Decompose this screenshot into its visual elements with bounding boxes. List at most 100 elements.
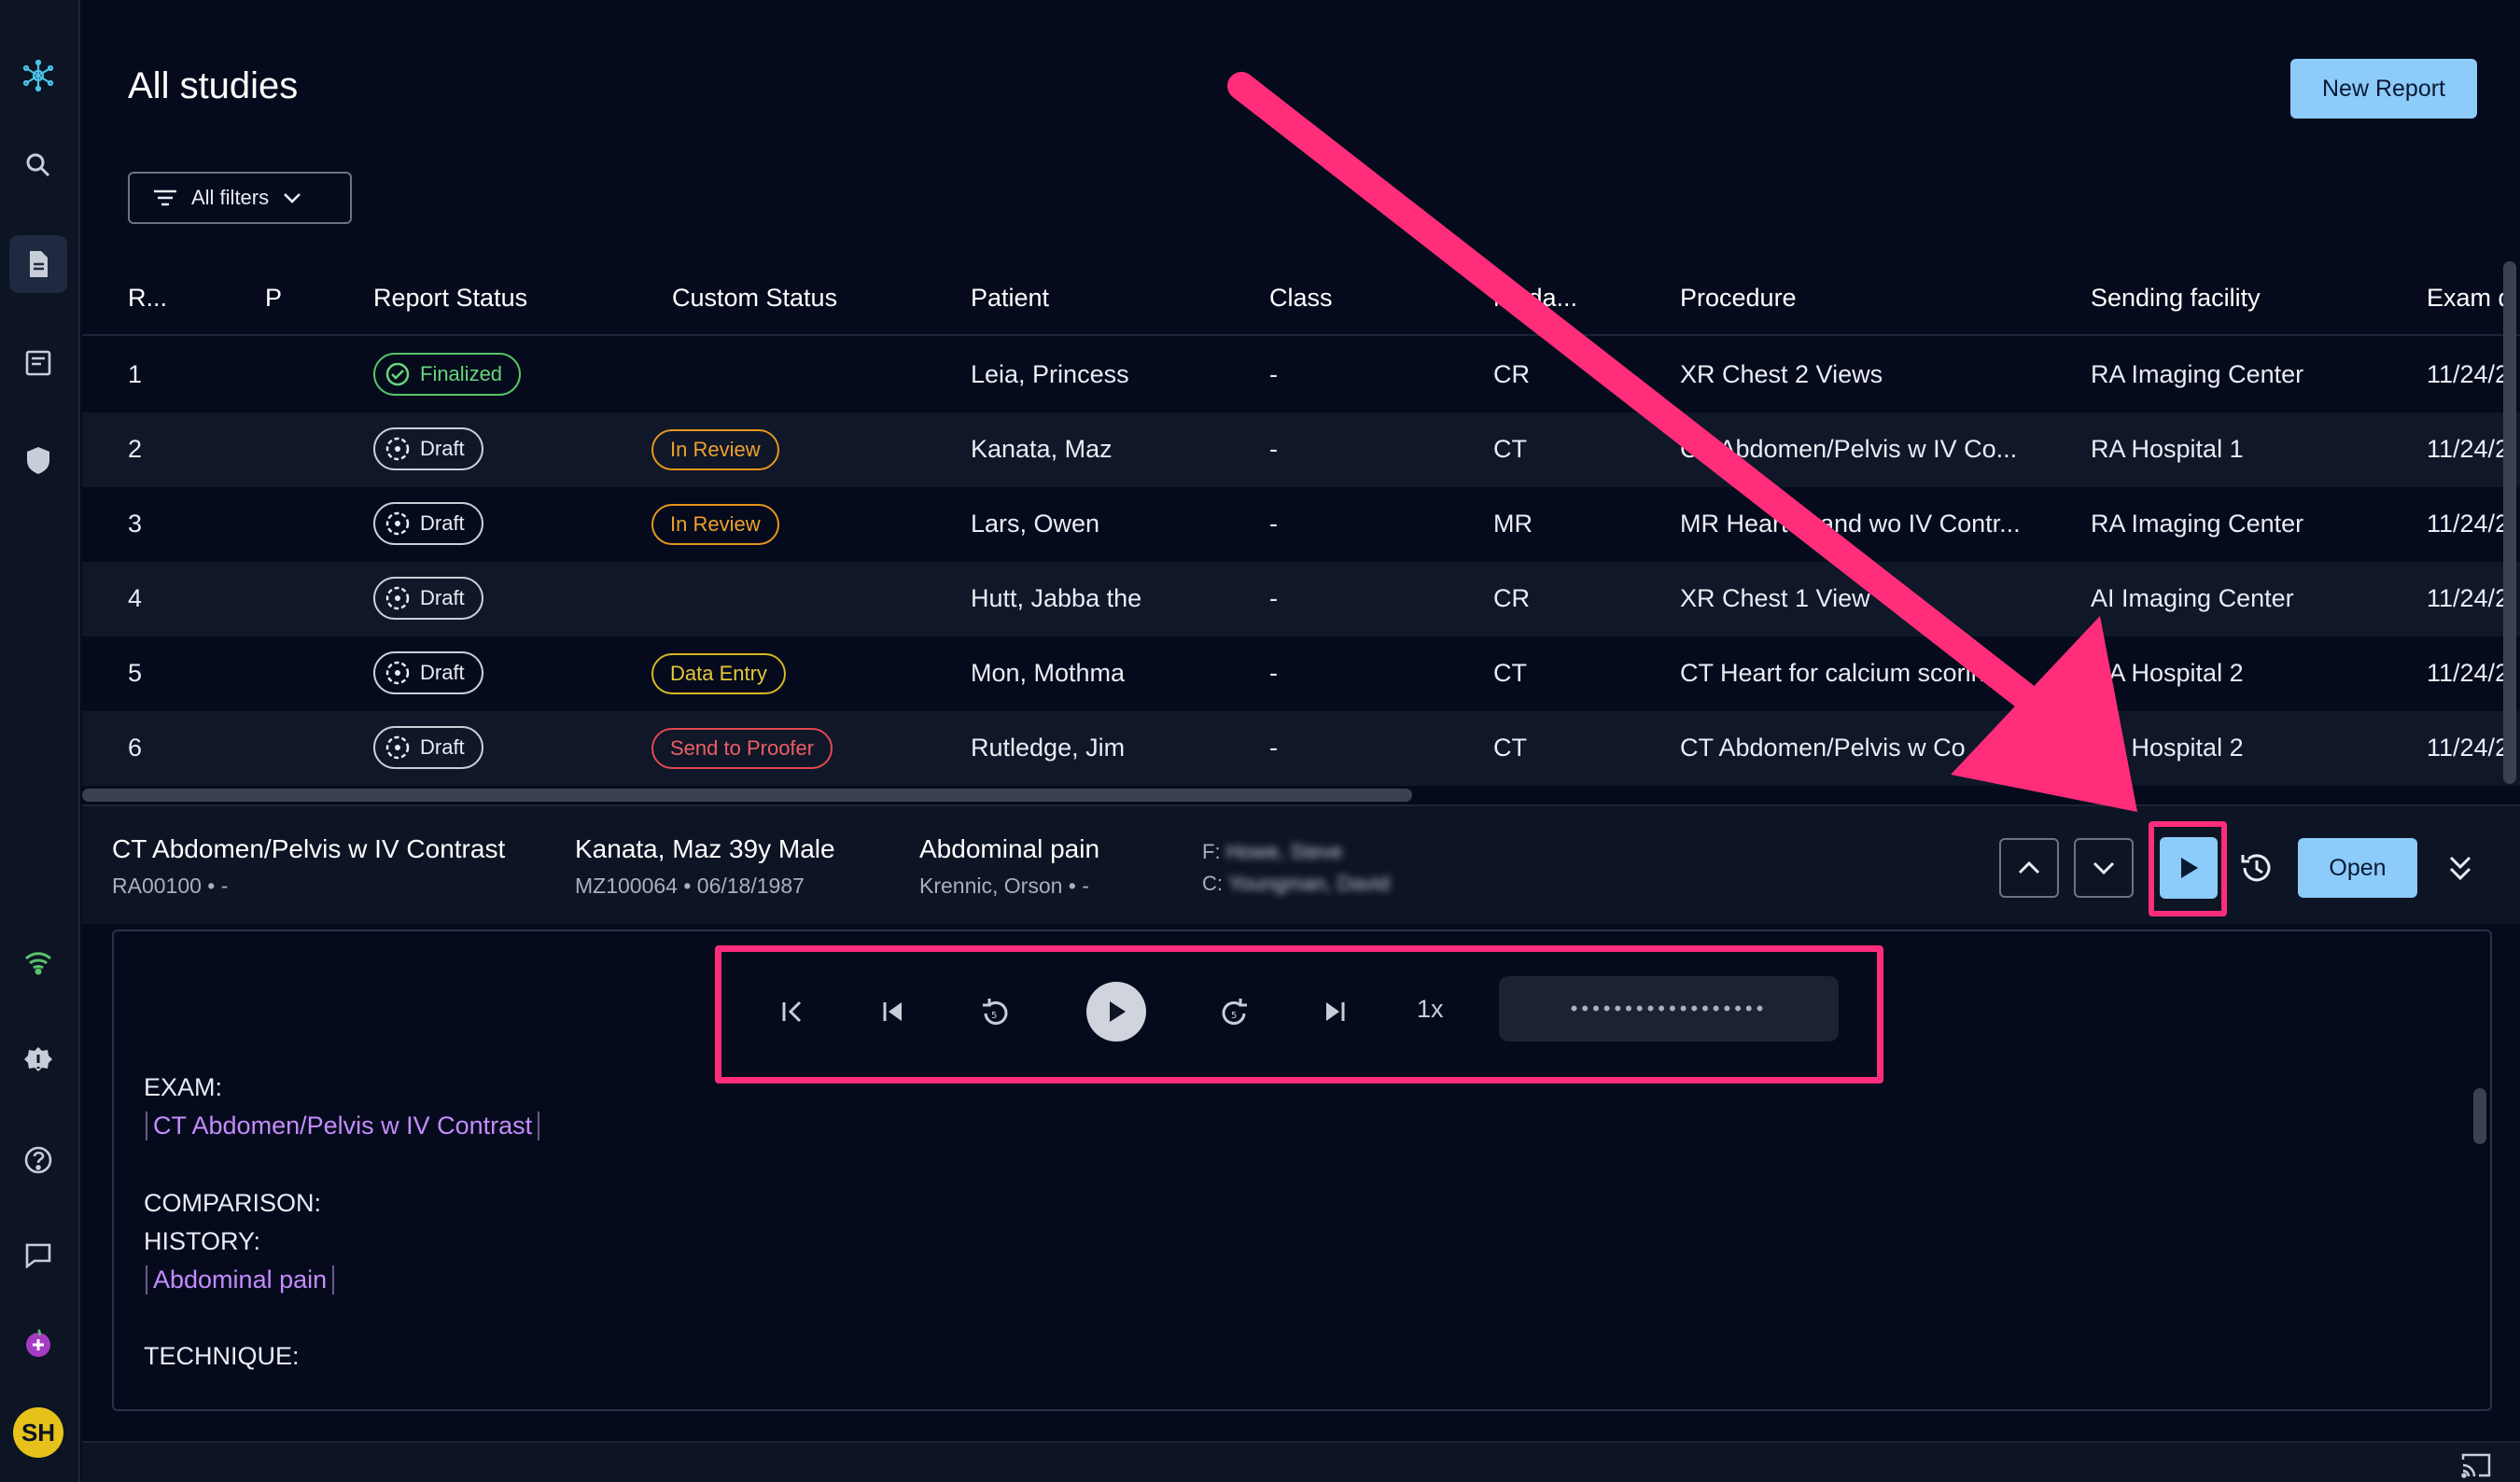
- previous-study-button[interactable]: [1999, 838, 2059, 898]
- draft-circle-icon: [385, 437, 410, 461]
- cell-r: 3: [128, 510, 143, 538]
- cell-modality: CR: [1493, 584, 1530, 612]
- chat-icon[interactable]: [9, 1226, 67, 1284]
- custom-status-badge: In Review: [651, 429, 779, 470]
- cell-r: 2: [128, 435, 143, 463]
- new-report-button[interactable]: New Report: [2290, 59, 2477, 119]
- collapse-icon[interactable]: [2442, 849, 2479, 887]
- col-class[interactable]: Class: [1269, 284, 1333, 313]
- editor-scrollbar[interactable]: [2473, 1088, 2486, 1144]
- col-report-status[interactable]: Report Status: [373, 284, 527, 313]
- custom-status-badge: Send to Proofer: [651, 728, 833, 769]
- detail-patient: Kanata, Maz 39y Male: [575, 834, 835, 863]
- table-vertical-scrollbar[interactable]: [2503, 261, 2516, 784]
- sidebar: SH: [0, 0, 80, 1482]
- open-button[interactable]: Open: [2298, 838, 2417, 898]
- avatar[interactable]: SH: [13, 1407, 63, 1458]
- filter-icon: [154, 189, 176, 206]
- report-status-label: Draft: [420, 735, 465, 759]
- worklist-icon[interactable]: [9, 334, 67, 392]
- draft-circle-icon: [385, 735, 410, 760]
- cell-patient: Hutt, Jabba the: [971, 584, 1142, 612]
- col-exam-date[interactable]: Exam d: [2427, 284, 2513, 313]
- next-study-button[interactable]: [2074, 838, 2134, 898]
- cell-modality: CR: [1493, 360, 1530, 388]
- cell-r: 1: [128, 360, 143, 388]
- cell-r: 6: [128, 734, 143, 762]
- cell-patient: Rutledge, Jim: [971, 734, 1126, 762]
- cell-facility: AI Imaging Center: [2091, 584, 2294, 612]
- f-label: F:: [1202, 840, 1221, 863]
- col-modality[interactable]: Moda...: [1493, 284, 1577, 313]
- chevron-up-icon: [2018, 860, 2040, 874]
- detail-mrn: MZ100064 • 06/18/1987: [575, 874, 805, 898]
- help-icon[interactable]: [9, 1131, 67, 1189]
- page-title: All studies: [128, 65, 299, 106]
- cell-exam-date: 11/24/2: [2427, 510, 2510, 538]
- custom-status-badge: In Review: [651, 504, 779, 545]
- table-row[interactable]: 4 Hutt, Jabba the - CR XR Chest 1 View AI Ima…: [82, 562, 2520, 636]
- table-row[interactable]: 2 Kanata, Maz - CT CT Abdomen/Pelvis w IV Co…: [82, 412, 2520, 487]
- cell-patient: Leia, Princess: [971, 360, 1129, 388]
- studies-table: R... P Report Status Custom Status Patie…: [82, 261, 2520, 803]
- report-status-badge: Draft: [373, 651, 483, 694]
- draft-circle-icon: [385, 586, 410, 610]
- cell-facility: RA Imaging Center: [2091, 360, 2304, 388]
- cell-procedure: MR Heart w and wo IV Contr...: [1680, 510, 2021, 538]
- col-patient[interactable]: Patient: [971, 284, 1049, 313]
- search-icon[interactable]: [9, 136, 67, 194]
- table-row[interactable]: 1 Leia, Princess - CR XR Chest 2 Views RA Ima…: [82, 338, 2520, 412]
- exam-label: EXAM:: [144, 1073, 223, 1101]
- cell-modality: CT: [1493, 734, 1527, 762]
- check-circle-icon: [385, 362, 410, 386]
- alert-badge-icon[interactable]: [9, 1032, 67, 1090]
- play-dictation-button[interactable]: [2160, 837, 2218, 899]
- chevron-down-icon: [2093, 861, 2115, 875]
- cell-facility: RA Hospital 2: [2091, 659, 2244, 687]
- col-r[interactable]: R...: [128, 284, 167, 313]
- history-icon[interactable]: [2229, 840, 2285, 896]
- col-sending-facility[interactable]: Sending facility: [2091, 284, 2261, 313]
- all-filters-button[interactable]: All filters: [128, 172, 352, 224]
- draft-circle-icon: [385, 661, 410, 685]
- report-status-badge: Draft: [373, 577, 483, 620]
- cell-exam-date: 11/24/2: [2427, 584, 2510, 612]
- col-p[interactable]: P: [265, 284, 282, 313]
- horizontal-scrollbar[interactable]: [82, 789, 1412, 802]
- cell-patient: Kanata, Maz: [971, 435, 1113, 463]
- shield-icon[interactable]: [9, 431, 67, 489]
- table-row[interactable]: 5 Mon, Mothma - CT CT Heart for calcium scor…: [82, 636, 2520, 711]
- cell-exam-date: 11/24/2: [2427, 659, 2510, 687]
- c-value: Youngman, David: [1228, 872, 1390, 895]
- cell-exam-date: 11/24/2: [2427, 734, 2510, 762]
- cell-modality: MR: [1493, 510, 1533, 538]
- detail-indication: Abdominal pain: [919, 834, 1100, 863]
- cell-procedure: XR Chest 1 View: [1680, 584, 1870, 612]
- cast-icon[interactable]: [2460, 1452, 2492, 1478]
- report-status-badge: Draft: [373, 726, 483, 769]
- table-row[interactable]: 6 Rutledge, Jim - CT CT Abdomen/Pelvis w Co R…: [82, 711, 2520, 786]
- report-status-badge: Draft: [373, 427, 483, 470]
- col-procedure[interactable]: Procedure: [1680, 284, 1797, 313]
- status-footer: [82, 1441, 2520, 1482]
- cell-facility: RA Hospital 1: [2091, 435, 2244, 463]
- cell-exam-date: 11/24/2: [2427, 435, 2510, 463]
- col-custom-status[interactable]: Custom Status: [672, 284, 837, 313]
- cell-r: 5: [128, 659, 143, 687]
- cell-facility: RA Imaging Center: [2091, 510, 2304, 538]
- cell-patient: Mon, Mothma: [971, 659, 1126, 687]
- detail-c: C: Youngman, David: [1202, 872, 1390, 896]
- history-field[interactable]: Abdominal pain: [146, 1265, 335, 1294]
- wifi-icon: [9, 933, 67, 991]
- table-row[interactable]: 3 Lars, Owen - MR MR Heart w and wo IV Contr…: [82, 487, 2520, 562]
- filters-label: All filters: [191, 186, 270, 209]
- exam-field[interactable]: CT Abdomen/Pelvis w IV Contrast: [146, 1112, 540, 1140]
- cell-procedure: CT Abdomen/Pelvis w Co: [1680, 734, 1966, 762]
- cell-r: 4: [128, 584, 143, 612]
- apple-plus-icon[interactable]: [9, 1314, 67, 1372]
- logo-icon[interactable]: [9, 47, 67, 105]
- history-label: HISTORY:: [144, 1227, 261, 1255]
- table-header: R... P Report Status Custom Status Patie…: [82, 261, 2520, 336]
- technique-label: TECHNIQUE:: [144, 1342, 300, 1370]
- document-icon[interactable]: [9, 235, 67, 293]
